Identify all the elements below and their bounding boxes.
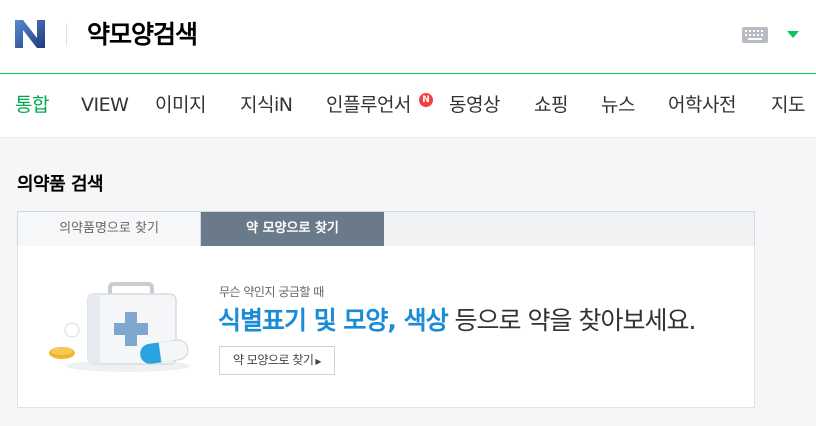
tab-map[interactable]: 지도 [771,74,805,137]
medicine-kit-icon [49,282,190,372]
find-by-shape-label: 약 모양으로 찾기 [232,353,314,367]
section-title: 의약품 검색 [17,174,104,195]
tab-news[interactable]: 뉴스 [601,74,635,137]
keyboard-icon[interactable] [742,27,768,43]
tab-view[interactable]: VIEW [81,74,129,137]
caret-down-icon[interactable] [787,31,799,38]
tab-knowledge-in[interactable]: 지식iN [240,74,293,137]
headline-rest: 등으로 약을 찾아보세요. [447,306,697,335]
tab-shopping[interactable]: 쇼핑 [534,74,568,137]
naver-logo-icon[interactable] [15,20,45,48]
header-bar: 약모양검색 [0,0,816,74]
tab-integrated[interactable]: 통합 [15,74,49,137]
tab-search-by-shape[interactable]: 약 모양으로 찾기 [201,212,384,246]
search-tab-nav: 통합 VIEW 이미지 지식iN 인플루언서 동영상 쇼핑 뉴스 어학사전 지도 [0,74,816,138]
search-mode-tabs: 의약품명으로 찾기 약 모양으로 찾기 [17,211,755,247]
tab-video[interactable]: 동영상 [449,74,500,137]
chevron-right-icon: ▶ [315,357,322,366]
tab-images[interactable]: 이미지 [155,74,206,137]
header-divider [66,23,67,46]
page-title: 약모양검색 [87,20,198,49]
panel-subtext: 무슨 약인지 궁금할 때 [219,285,324,299]
tab-search-by-name[interactable]: 의약품명으로 찾기 [18,212,201,246]
tab-influencer[interactable]: 인플루언서 [326,74,411,137]
panel-headline: 식별표기 및 모양, 색상 등으로 약을 찾아보세요. [218,304,697,338]
headline-highlight: 식별표기 및 모양, 색상 [218,306,449,335]
new-badge: N [419,93,433,107]
find-by-shape-button[interactable]: 약 모양으로 찾기 ▶ [219,346,335,375]
tab-dictionary[interactable]: 어학사전 [668,74,736,137]
